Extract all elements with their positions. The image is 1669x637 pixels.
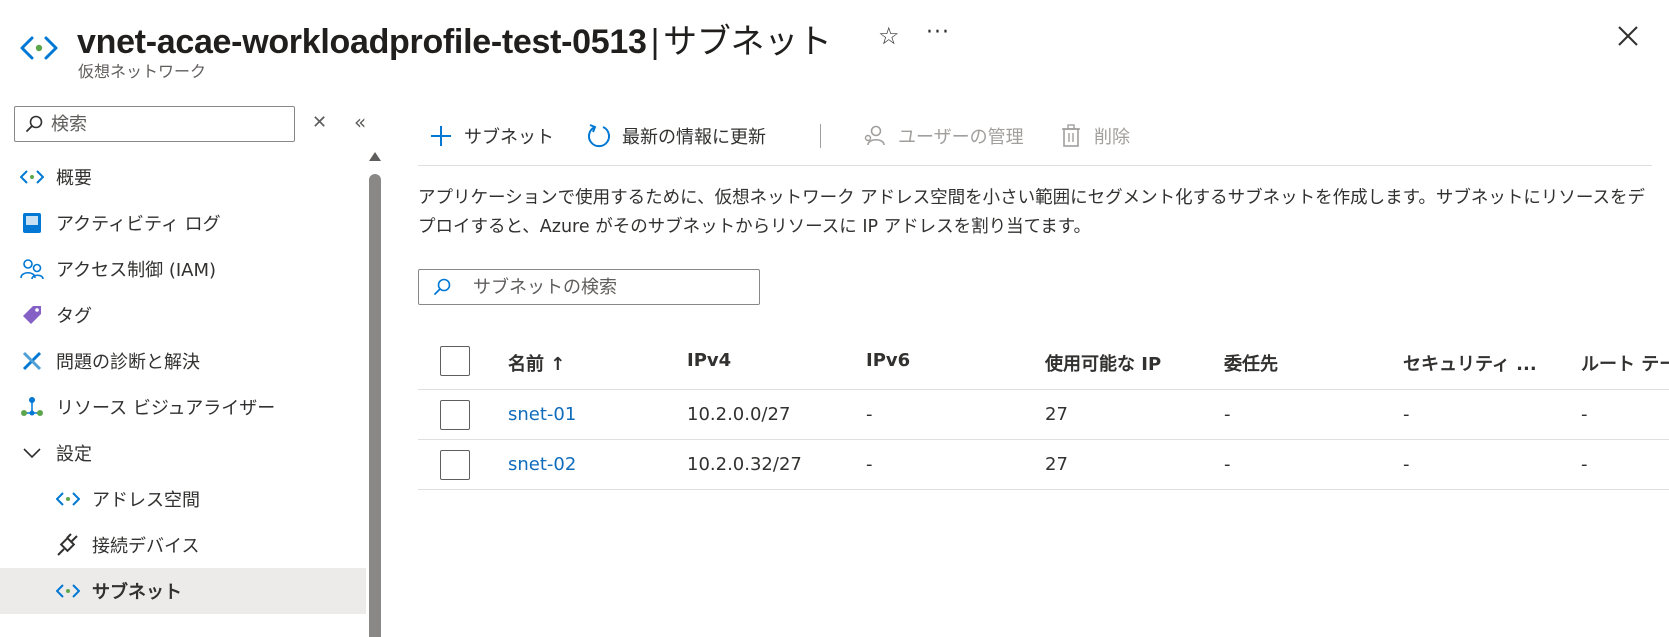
delete-button[interactable]: 削除 (1058, 116, 1130, 156)
section-name: サブネット (663, 23, 832, 61)
column-header-route-table[interactable]: ルート テー (1581, 350, 1669, 376)
subnet-name-link[interactable]: snet-01 (508, 404, 576, 425)
table-header-row: 名前 ↑ IPv4 IPv6 使用可能な IP 委任先 セキュリティ ... ル… (418, 332, 1669, 390)
visualizer-icon (20, 395, 44, 419)
cell-available-ip: 27 (1045, 404, 1068, 425)
main-content: サブネット 最新の情報に更新 ユーザーの管理 削除 アプリケーションで使用するた… (418, 96, 1669, 637)
subnet-search-input[interactable] (473, 275, 743, 299)
command-bar: サブネット 最新の情報に更新 ユーザーの管理 削除 (418, 116, 1658, 156)
refresh-button[interactable]: 最新の情報に更新 (586, 116, 766, 156)
collapse-menu-icon[interactable]: « (354, 110, 366, 134)
column-header-delegated[interactable]: 委任先 (1224, 350, 1278, 376)
menu-item-iam[interactable]: アクセス制御 (IAM) (0, 246, 366, 292)
scroll-thumb[interactable] (369, 174, 381, 637)
diagnose-icon (20, 349, 44, 373)
subnet-icon (56, 579, 80, 603)
menu-item-label: タグ (56, 306, 92, 327)
vnet-overview-icon (20, 165, 44, 189)
plus-icon (428, 123, 454, 149)
menu-item-label: 接続デバイス (92, 536, 200, 557)
column-header-ipv6[interactable]: IPv6 (866, 350, 910, 371)
menu-item-label: アクセス制御 (IAM) (56, 260, 217, 281)
menu-item-connected-devices[interactable]: 接続デバイス (0, 522, 366, 568)
favorite-star-icon[interactable]: ☆ (878, 22, 900, 50)
add-subnet-label: サブネット (464, 127, 554, 148)
cell-available-ip: 27 (1045, 454, 1068, 475)
address-space-icon (56, 487, 80, 511)
column-header-available-ip[interactable]: 使用可能な IP (1045, 350, 1161, 376)
resource-name: vnet-acae-workloadprofile-test-0513 (77, 23, 647, 61)
subnet-search-box[interactable] (418, 269, 760, 305)
cell-ipv4: 10.2.0.0/27 (687, 404, 791, 425)
cell-ipv4: 10.2.0.32/27 (687, 454, 802, 475)
delete-label: 削除 (1094, 127, 1130, 148)
menu-item-label: アクティビティ ログ (56, 214, 221, 235)
menu-item-label: 問題の診断と解決 (56, 352, 200, 373)
manage-users-label: ユーザーの管理 (898, 127, 1024, 148)
search-icon (434, 278, 451, 295)
menu-item-address-space[interactable]: アドレス空間 (0, 476, 366, 522)
menu-item-resource-visualizer[interactable]: リソース ビジュアライザー (0, 384, 366, 430)
column-header-ipv4[interactable]: IPv4 (687, 350, 731, 371)
refresh-icon (586, 123, 612, 149)
scroll-up-arrow-icon[interactable] (369, 152, 381, 161)
menu-item-label: サブネット (92, 582, 182, 603)
menu-item-tags[interactable]: タグ (0, 292, 366, 338)
iam-icon (20, 257, 44, 281)
menu-search-input[interactable] (51, 112, 281, 136)
virtual-network-icon (20, 36, 58, 60)
cell-security: - (1403, 404, 1410, 425)
cell-ipv6: - (866, 454, 873, 475)
connected-devices-icon (56, 533, 80, 557)
title-separator: | (650, 23, 660, 61)
manage-users-button[interactable]: ユーザーの管理 (862, 116, 1024, 156)
cell-route-table: - (1581, 454, 1588, 475)
resource-type: 仮想ネットワーク (78, 62, 207, 81)
menu-item-label: リソース ビジュアライザー (56, 398, 276, 419)
search-icon (26, 115, 43, 132)
menu-scrollbar[interactable] (368, 152, 382, 637)
cell-route-table: - (1581, 404, 1588, 425)
cell-delegated: - (1224, 404, 1231, 425)
select-all-checkbox[interactable] (440, 346, 470, 376)
table-row: snet-02 10.2.0.32/27 - 27 - - - (418, 440, 1669, 490)
more-options-icon[interactable]: ··· (926, 20, 950, 45)
column-header-name[interactable]: 名前 ↑ (508, 350, 565, 376)
menu-item-diagnose[interactable]: 問題の診断と解決 (0, 338, 366, 384)
manage-users-icon (862, 123, 888, 149)
table-row: snet-01 10.2.0.0/27 - 27 - - - (418, 390, 1669, 440)
toolbar-divider (418, 165, 1652, 166)
activity-log-icon (20, 211, 44, 235)
menu-item-label: 概要 (56, 168, 92, 189)
cell-delegated: - (1224, 454, 1231, 475)
page-title: vnet-acae-workloadprofile-test-0513 | サブネッ… (77, 14, 832, 63)
column-header-security[interactable]: セキュリティ ... (1403, 350, 1537, 376)
resource-menu: ✕ « 概要 アクティビティ ログ アクセス制御 (IAM) タグ (0, 96, 384, 637)
refresh-label: 最新の情報に更新 (622, 127, 766, 148)
tag-icon (20, 303, 44, 327)
cell-ipv6: - (866, 404, 873, 425)
close-icon[interactable] (1614, 18, 1642, 54)
page-header: vnet-acae-workloadprofile-test-0513 | サブネッ… (0, 0, 1669, 90)
trash-icon (1058, 123, 1084, 149)
cell-security: - (1403, 454, 1410, 475)
chevron-down-icon (20, 441, 44, 465)
menu-item-label: アドレス空間 (92, 490, 200, 511)
menu-search-box[interactable] (14, 106, 295, 142)
page-description: アプリケーションで使用するために、仮想ネットワーク アドレス空間を小さい範囲にセ… (418, 188, 1646, 237)
menu-item-overview[interactable]: 概要 (0, 154, 366, 200)
add-subnet-button[interactable]: サブネット (428, 116, 554, 156)
toolbar-separator (820, 124, 821, 148)
row-checkbox[interactable] (440, 450, 470, 480)
menu-item-activity-log[interactable]: アクティビティ ログ (0, 200, 366, 246)
menu-group-label: 設定 (56, 444, 92, 465)
clear-search-icon[interactable]: ✕ (312, 112, 327, 133)
menu-item-subnets[interactable]: サブネット (0, 568, 366, 614)
menu-group-settings[interactable]: 設定 (0, 430, 366, 476)
row-checkbox[interactable] (440, 400, 470, 430)
subnet-name-link[interactable]: snet-02 (508, 454, 576, 475)
